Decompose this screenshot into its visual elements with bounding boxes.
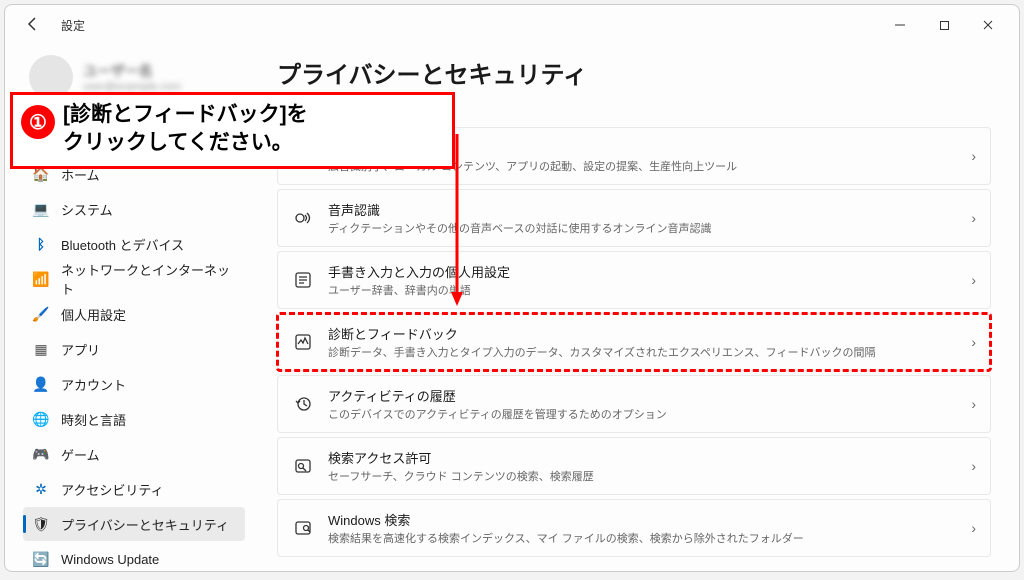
maximize-button[interactable] <box>923 11 965 39</box>
network-icon: 📶 <box>33 271 49 287</box>
card-desc: 検索結果を高速化する検索インデックス、マイ ファイルの検索、検索から除外されたフ… <box>328 530 971 546</box>
accessibility-icon: ✲ <box>33 481 49 497</box>
sidebar-item-label: プライバシーとセキュリティ <box>61 515 229 534</box>
close-button[interactable] <box>967 11 1009 39</box>
sidebar-item-label: アクセシビリティ <box>61 480 164 499</box>
account-icon: 👤 <box>33 376 49 392</box>
chevron-right-icon: › <box>971 210 976 226</box>
sidebar-item-accessibility[interactable]: ✲ アクセシビリティ <box>23 472 245 506</box>
card-windows-search[interactable]: Windows 検索検索結果を高速化する検索インデックス、マイ ファイルの検索、… <box>277 499 991 557</box>
window-controls <box>879 11 1009 39</box>
card-title: 手書き入力と入力の個人用設定 <box>328 262 971 281</box>
card-title: 検索アクセス許可 <box>328 448 971 467</box>
sidebar-item-label: 時刻と言語 <box>61 410 126 429</box>
history-icon <box>292 393 314 415</box>
back-button[interactable] <box>25 16 43 34</box>
sidebar-item-label: システム <box>61 200 113 219</box>
sidebar-item-personalization[interactable]: 🖌️ 個人用設定 <box>23 297 245 331</box>
sidebar-item-bluetooth[interactable]: ᛒ Bluetooth とデバイス <box>23 227 245 261</box>
sidebar-item-windows-update[interactable]: 🔄 Windows Update <box>23 542 245 571</box>
sidebar-item-accounts[interactable]: 👤 アカウント <box>23 367 245 401</box>
chevron-right-icon: › <box>971 272 976 288</box>
card-search-permissions[interactable]: 検索アクセス許可セーフサーチ、クラウド コンテンツの検索、検索履歴 › <box>277 437 991 495</box>
gaming-icon: 🎮 <box>33 446 49 462</box>
card-desc: このデバイスでのアクティビティの履歴を管理するためのオプション <box>328 406 971 422</box>
sidebar-item-apps[interactable]: ▦ アプリ <box>23 332 245 366</box>
windows-search-icon <box>292 517 314 539</box>
sidebar-item-gaming[interactable]: 🎮 ゲーム <box>23 437 245 471</box>
brush-icon: 🖌️ <box>33 306 49 322</box>
sidebar-item-network[interactable]: 📶 ネットワークとインターネット <box>23 262 245 296</box>
sidebar-item-privacy[interactable]: 🛡 プライバシーとセキュリティ <box>23 507 245 541</box>
card-desc: ユーザー辞書、辞書内の単語 <box>328 282 971 298</box>
chevron-right-icon: › <box>971 396 976 412</box>
card-desc: セーフサーチ、クラウド コンテンツの検索、検索履歴 <box>328 468 971 484</box>
chevron-right-icon: › <box>971 458 976 474</box>
bluetooth-icon: ᛒ <box>33 236 49 252</box>
minimize-button[interactable] <box>879 11 921 39</box>
card-desc: 診断データ、手書き入力とタイプ入力のデータ、カスタマイズされたエクスペリエンス、… <box>328 344 971 360</box>
chevron-right-icon: › <box>971 520 976 536</box>
card-title: 音声認識 <box>328 200 971 219</box>
card-desc: ディクテーションやその他の音声ベースの対話に使用するオンライン音声認識 <box>328 220 971 236</box>
globe-icon: 🌐 <box>33 411 49 427</box>
card-title: 診断とフィードバック <box>328 324 971 343</box>
sidebar-item-label: Windows Update <box>61 552 159 567</box>
sidebar-item-label: Bluetooth とデバイス <box>61 235 184 254</box>
sidebar-item-system[interactable]: 💻 システム <box>23 192 245 226</box>
step-number-badge: ① <box>21 105 55 139</box>
card-title: Windows 検索 <box>328 510 971 529</box>
card-activity-history[interactable]: アクティビティの履歴このデバイスでのアクティビティの履歴を管理するためのオプショ… <box>277 375 991 433</box>
instruction-text: [診断とフィードバック]を クリックしてください。 <box>63 101 440 158</box>
card-inking[interactable]: 手書き入力と入力の個人用設定ユーザー辞書、辞書内の単語 › <box>277 251 991 309</box>
card-speech[interactable]: 音声認識ディクテーションやその他の音声ベースの対話に使用するオンライン音声認識 … <box>277 189 991 247</box>
sidebar-item-label: ゲーム <box>61 445 100 464</box>
sidebar-item-label: アプリ <box>61 340 100 359</box>
app-title: 設定 <box>61 17 85 34</box>
sidebar-item-time-language[interactable]: 🌐 時刻と言語 <box>23 402 245 436</box>
nav: 🏠ホーム 💻システム ᛒBluetooth とデバイス 📶ネットワークとインター… <box>23 157 245 571</box>
user-name: ユーザー名 <box>83 61 181 81</box>
settings-window: 設定 ユーザー名 user@example.com <box>4 4 1020 572</box>
shield-icon: 🛡 <box>33 516 49 532</box>
apps-icon: ▦ <box>33 341 49 357</box>
speech-icon <box>292 207 314 229</box>
system-icon: 💻 <box>33 201 49 217</box>
chevron-right-icon: › <box>971 148 976 164</box>
page-title: プライバシーとセキュリティ <box>277 55 991 90</box>
sidebar-item-label: アカウント <box>61 375 126 394</box>
instruction-callout: ① [診断とフィードバック]を クリックしてください。 <box>10 92 455 169</box>
diagnostics-icon <box>292 331 314 353</box>
inking-icon <box>292 269 314 291</box>
titlebar: 設定 <box>5 5 1019 45</box>
update-icon: 🔄 <box>33 551 49 567</box>
card-diagnostics-feedback[interactable]: 診断とフィードバック診断データ、手書き入力とタイプ入力のデータ、カスタマイズされ… <box>277 313 991 371</box>
chevron-right-icon: › <box>971 334 976 350</box>
search-perm-icon <box>292 455 314 477</box>
card-title: アクティビティの履歴 <box>328 386 971 405</box>
sidebar-item-label: ネットワークとインターネット <box>61 260 235 298</box>
sidebar-item-label: 個人用設定 <box>61 305 126 324</box>
